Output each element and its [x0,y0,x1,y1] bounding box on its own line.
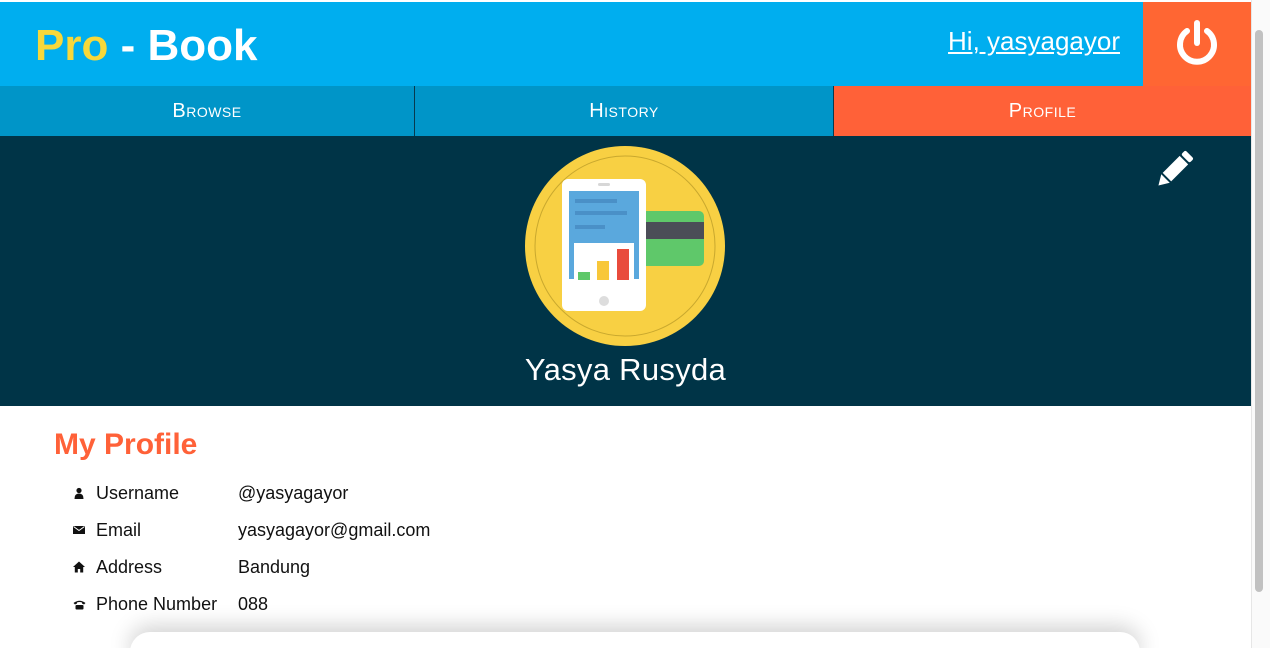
username-value: @yasyagayor [238,482,349,503]
pencil-icon [1158,151,1193,186]
user-greeting-link[interactable]: Hi, yasyagayor [948,26,1120,57]
power-icon [1177,20,1217,65]
tab-profile[interactable]: Profile [834,86,1251,136]
app-header: Pro - Book Hi, yasyagayor [0,2,1143,86]
address-value: Bandung [238,556,311,577]
app-logo: Pro - Book [35,22,257,70]
my-profile-section: My Profile Username @yasyagayor Email ya… [0,406,1251,648]
info-row-username: Username @yasyagayor [72,481,348,505]
tab-browse[interactable]: Browse [0,86,415,136]
phone-label: Phone Number [96,593,218,614]
info-row-email: Email yasyagayor@gmail.com [72,518,430,542]
username-label: Username [96,482,180,503]
user-icon [72,486,86,500]
edit-profile-button[interactable] [1150,146,1198,194]
home-icon [72,560,86,574]
profile-banner: Yasya Rusyda [0,136,1251,406]
email-value: yasyagayor@gmail.com [238,519,431,540]
info-row-phone: Phone Number 088 [72,592,268,616]
address-label: Address [96,556,163,577]
profile-full-name: Yasya Rusyda [524,352,727,387]
section-title: My Profile [54,428,198,461]
info-row-address: Address Bandung [72,555,310,579]
scrollbar-thumb[interactable] [1255,30,1263,592]
email-label: Email [96,519,142,540]
main-nav: Browse History Profile [0,86,1251,136]
tab-history[interactable]: History [415,86,834,136]
content-card [130,632,1140,648]
phone-icon [72,597,86,611]
envelope-icon [72,523,86,537]
logout-button[interactable] [1143,2,1251,86]
avatar [525,146,725,346]
logo-pro: Pro [35,21,109,70]
logo-book: - Book [108,21,258,70]
phone-value: 088 [238,593,269,614]
